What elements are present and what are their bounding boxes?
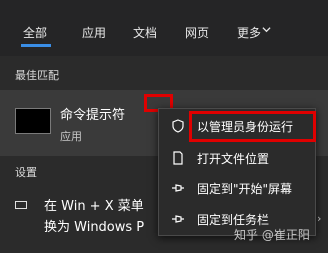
best-match-label: 最佳匹配: [15, 69, 59, 82]
shield-icon: [172, 119, 184, 133]
watermark-text: 知乎 @崔正阳: [234, 228, 310, 242]
best-match-app-name: 命令提示符: [60, 108, 126, 123]
file-location-icon: [173, 151, 183, 165]
chevron-down-icon[interactable]: [262, 25, 271, 34]
monitor-icon: [15, 201, 27, 209]
settings-item-text-line1[interactable]: 在 Win + X 菜单: [44, 195, 144, 214]
tab-web[interactable]: 网页: [185, 24, 209, 41]
search-tabs-bar: 全部 应用 文档 网页 更多: [0, 0, 328, 56]
tab-all[interactable]: 全部: [23, 24, 47, 41]
menu-item-pin-to-start[interactable]: 固定到"开始"屏幕: [159, 173, 315, 203]
best-match-app-type: 应用: [60, 130, 82, 143]
command-prompt-app-icon: [15, 108, 51, 134]
menu-item-label: 打开文件位置: [197, 152, 270, 166]
settings-section-label: 设置: [15, 166, 37, 179]
pin-icon: [172, 184, 184, 192]
chevron-right-icon[interactable]: ›: [317, 212, 321, 225]
menu-item-label: 固定到"开始"屏幕: [197, 182, 293, 196]
tab-apps[interactable]: 应用: [82, 24, 106, 41]
highlight-annotation-box: [189, 111, 316, 142]
active-tab-indicator: [21, 44, 51, 47]
pin-icon: [172, 215, 184, 223]
tab-documents[interactable]: 文档: [133, 24, 157, 41]
settings-item-text-line2[interactable]: 换为 Windows P: [44, 216, 144, 235]
menu-item-open-file-location[interactable]: 打开文件位置: [159, 143, 315, 173]
tab-more[interactable]: 更多: [237, 24, 261, 41]
